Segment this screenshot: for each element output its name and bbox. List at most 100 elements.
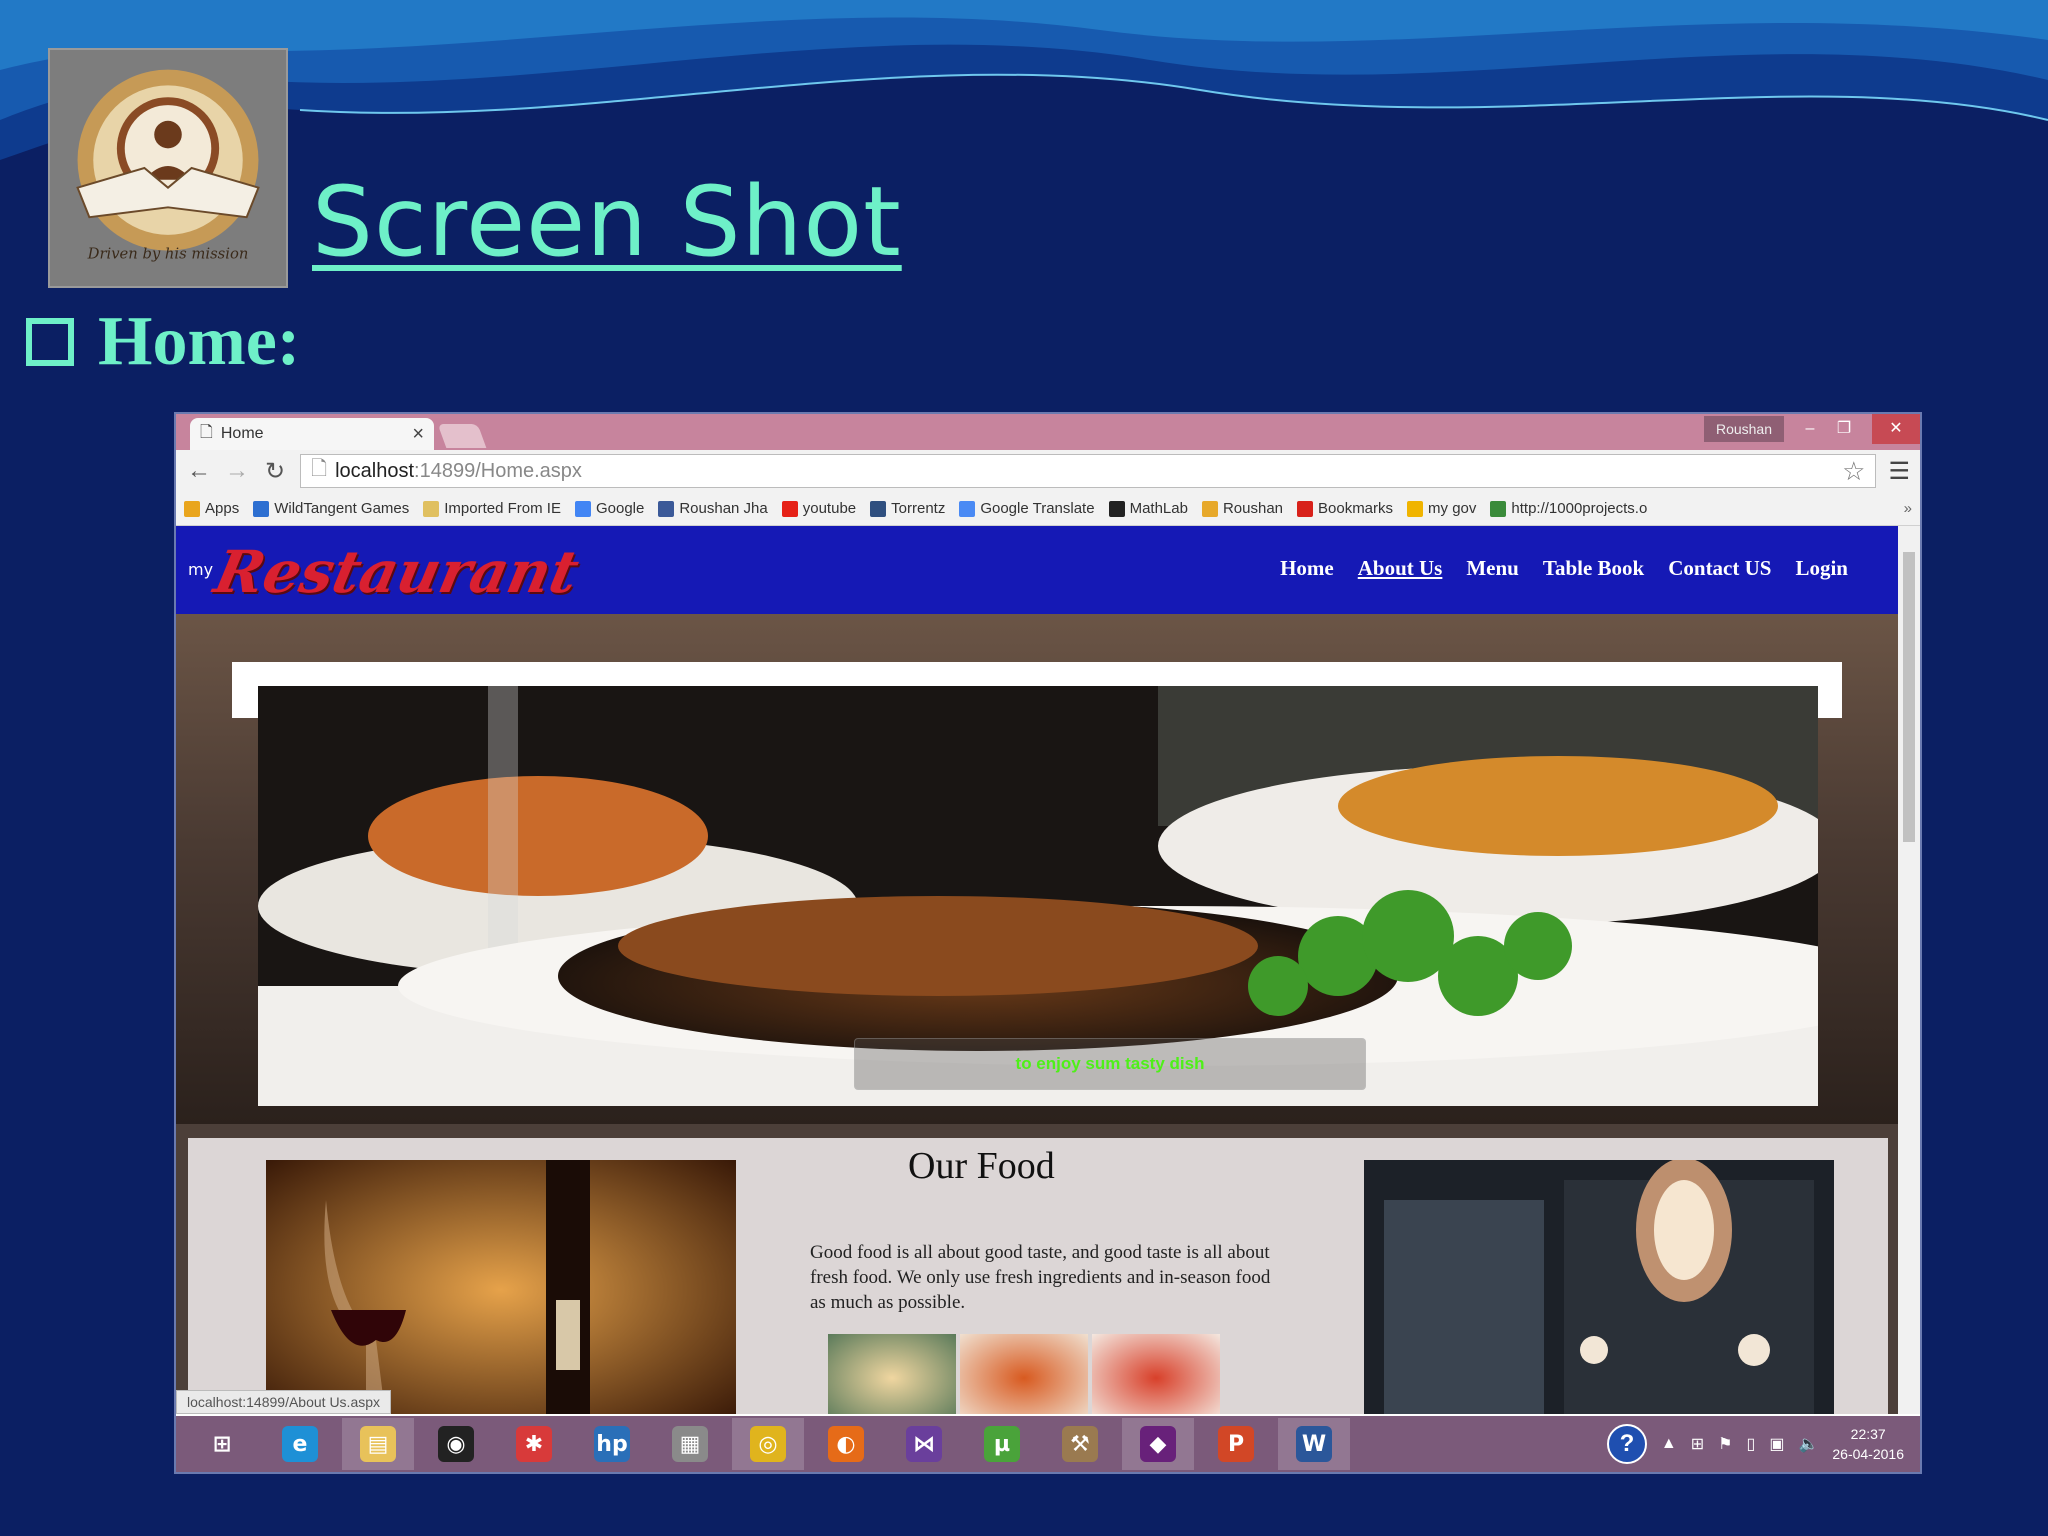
wildtangent-icon	[253, 500, 270, 517]
site-menu: Home About Us Menu Table Book Contact US Logi…	[1280, 556, 1848, 581]
site-menu-item[interactable]: Home	[1280, 556, 1334, 581]
taskbar-item[interactable]: ⋈	[888, 1418, 960, 1470]
browser-menu-icon[interactable]: ☰	[1888, 457, 1910, 486]
bookmarks-icon	[1297, 500, 1313, 517]
volume-icon[interactable]: 🔈	[1798, 1434, 1818, 1454]
bookmark-star-icon[interactable]: ☆	[1842, 456, 1865, 487]
bookmark-item[interactable]: WildTangent Games	[253, 500, 409, 517]
taskbar-item[interactable]: ◆	[1122, 1418, 1194, 1470]
bookmark-item[interactable]: Imported From IE	[423, 500, 561, 517]
taskbar-item[interactable]: ◉	[420, 1418, 492, 1470]
photos-app-icon: ✱	[516, 1426, 552, 1462]
projects-icon	[1490, 500, 1507, 517]
bookmark-item[interactable]: my gov	[1407, 500, 1476, 517]
url-path: :14899/Home.aspx	[414, 459, 582, 482]
bookmark-label: MathLab	[1129, 500, 1188, 517]
our-food-section: Our Food Good food is all about good tas…	[188, 1138, 1888, 1414]
apps-grid-icon	[184, 500, 200, 517]
bookmark-label: Torrentz	[891, 500, 946, 517]
taskbar-item[interactable]: ⊞	[186, 1418, 258, 1470]
forward-arrow-icon[interactable]: →	[224, 457, 250, 485]
internet-explorer-icon: e	[282, 1426, 318, 1462]
bookmark-item[interactable]: http://1000projects.o	[1490, 500, 1647, 517]
seafood-pasta-thumb	[828, 1334, 956, 1414]
page-icon: 🗋	[311, 458, 328, 480]
window-user-badge: Roushan	[1703, 416, 1784, 442]
bookmark-item[interactable]: Torrentz	[870, 500, 945, 517]
taskbar-item[interactable]: ◐	[810, 1418, 882, 1470]
windows-start-icon: ⊞	[204, 1426, 240, 1462]
scroll-thumb[interactable]	[1903, 552, 1915, 842]
taskbar-item[interactable]: hp	[576, 1418, 648, 1470]
bullet-label: Home:	[98, 303, 301, 380]
site-logo[interactable]: Restaurant	[209, 538, 585, 606]
our-food-title: Our Food	[908, 1145, 1055, 1187]
taskbar-item[interactable]: ⚒	[1044, 1418, 1116, 1470]
site-menu-item[interactable]: Menu	[1466, 556, 1519, 581]
bookmark-label: youtube	[802, 500, 857, 517]
taskbar-item[interactable]: ▤	[342, 1418, 414, 1470]
site-menu-item[interactable]: Login	[1795, 556, 1848, 581]
url-host: localhost	[335, 459, 415, 482]
battery-icon[interactable]: ▯	[1747, 1434, 1756, 1454]
bookmark-label: Bookmarks	[1318, 500, 1394, 517]
bullet-home: Home:	[26, 302, 300, 382]
bookmark-item[interactable]: MathLab	[1108, 500, 1188, 517]
minimize-icon[interactable]: –	[1792, 414, 1828, 444]
site-menu-item[interactable]: Contact US	[1668, 556, 1771, 581]
bookmark-item[interactable]: Google Translate	[959, 500, 1095, 517]
bookmarks-overflow-icon[interactable]: »	[1904, 500, 1912, 517]
taskbar-item[interactable]: e	[264, 1418, 336, 1470]
bookmark-item[interactable]: youtube	[781, 500, 857, 517]
slide-wave-banner	[0, 0, 2048, 160]
clock-time: 22:37	[1850, 1426, 1886, 1442]
system-clock[interactable]: 22:37 26-04-2016	[1832, 1424, 1904, 1464]
site-logo-my: my	[188, 560, 214, 579]
firefox-icon: ◐	[828, 1426, 864, 1462]
restore-icon[interactable]: ❐	[1826, 414, 1862, 444]
new-tab-button[interactable]	[437, 424, 487, 448]
site-menu-item[interactable]: About Us	[1358, 556, 1443, 581]
page-icon: 🗋	[200, 423, 213, 441]
taskbar-item[interactable]: µ	[966, 1418, 1038, 1470]
network-icon[interactable]: ▣	[1769, 1434, 1784, 1454]
bookmark-label: http://1000projects.o	[1511, 500, 1648, 517]
close-window-icon[interactable]: ✕	[1872, 414, 1920, 444]
taskbar-item[interactable]: ▦	[654, 1418, 726, 1470]
taskbar-item[interactable]: ✱	[498, 1418, 570, 1470]
taskbar-item[interactable]: ◎	[732, 1418, 804, 1470]
bookmark-item[interactable]: Apps	[184, 500, 239, 517]
address-bar[interactable]: 🗋 localhost:14899/Home.aspx ☆	[300, 454, 1877, 488]
tab-close-icon[interactable]: ×	[412, 423, 424, 446]
reload-icon[interactable]: ↻	[262, 457, 288, 486]
browser-tab-home[interactable]: 🗋 Home ×	[190, 418, 434, 450]
youtube-icon	[781, 500, 798, 517]
bookmark-label: Roushan Jha	[679, 500, 768, 517]
tomato-pasta-thumb	[1092, 1334, 1220, 1414]
site-menu-item[interactable]: Table Book	[1543, 556, 1644, 581]
fried-shrimp-thumb	[960, 1334, 1088, 1414]
action-center-flag-icon[interactable]: ⚑	[1718, 1434, 1732, 1454]
bookmark-item[interactable]: Google	[574, 500, 644, 517]
powerpoint-icon: P	[1218, 1426, 1254, 1462]
restaurant-page: my Restaurant Home About Us Menu Table Book…	[176, 526, 1898, 1414]
taskbar-item[interactable]: W	[1278, 1418, 1350, 1470]
bookmark-label: WildTangent Games	[274, 500, 410, 517]
food-thumbnails	[828, 1334, 1220, 1414]
tray-expand-icon[interactable]: ▲	[1661, 1435, 1677, 1453]
back-arrow-icon[interactable]: ←	[186, 457, 212, 485]
tray-windows-icon[interactable]: ⊞	[1691, 1434, 1704, 1454]
bookmark-item[interactable]: Roushan	[1201, 500, 1283, 517]
help-icon[interactable]: ?	[1606, 1424, 1647, 1464]
college-logo: Driven by his mission	[48, 48, 288, 288]
page-scrollbar[interactable]	[1898, 526, 1920, 1414]
visual-studio-express-icon: ⋈	[906, 1426, 942, 1462]
folder-icon	[423, 500, 440, 517]
slide-title: Screen Shot	[312, 166, 902, 278]
bookmark-item[interactable]: Roushan Jha	[658, 500, 768, 517]
bookmark-item[interactable]: Bookmarks	[1297, 500, 1393, 517]
taskbar-item[interactable]: P	[1200, 1418, 1272, 1470]
utorrent-icon: µ	[984, 1426, 1020, 1462]
tools-app-icon: ⚒	[1062, 1426, 1098, 1462]
restaurant-interior-image	[1364, 1160, 1834, 1414]
